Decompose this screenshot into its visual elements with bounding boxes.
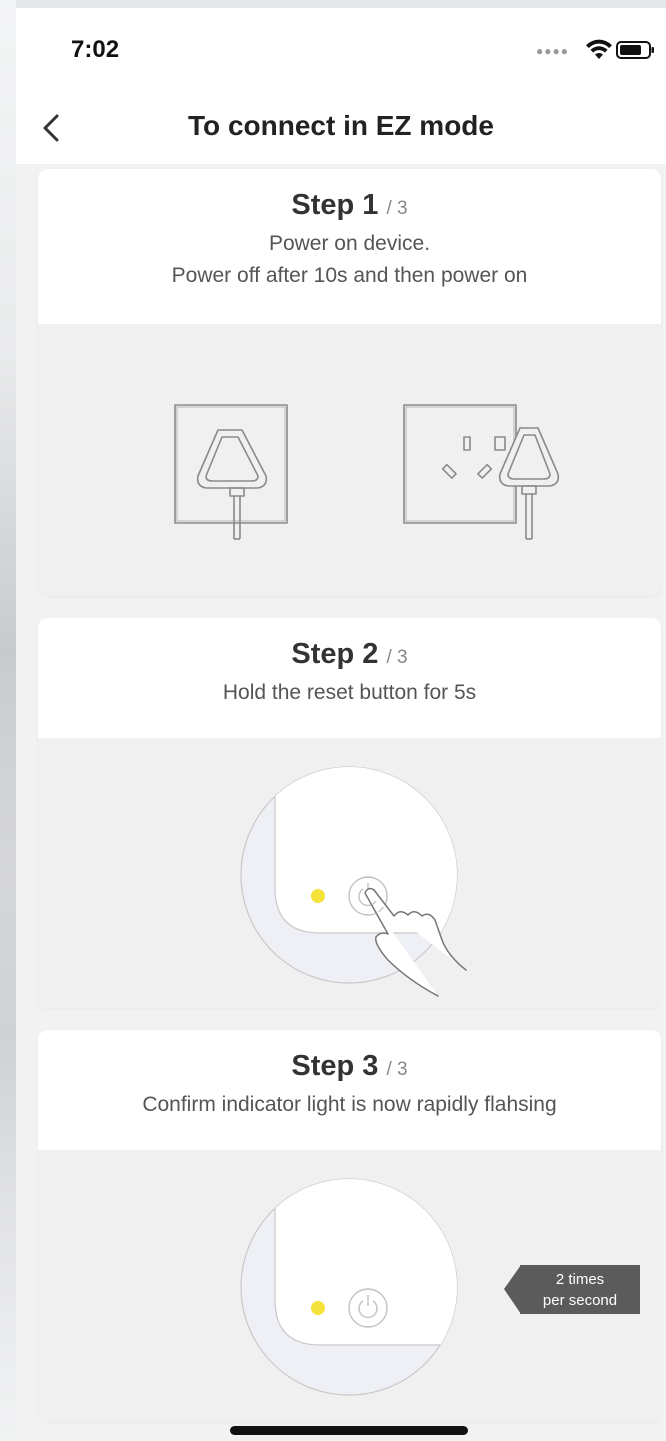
- step-label: Step: [291, 189, 355, 221]
- step-2-description: Hold the reset button for 5s: [222, 681, 477, 704]
- tooltip-arrow: [504, 1265, 521, 1314]
- step-1-card: Step 1 / 3 Power on device. Power off af…: [38, 169, 661, 596]
- step-3-description: Confirm indicator light is now rapidly f…: [142, 1093, 557, 1116]
- step-3-title: Step 3 / 3: [291, 1050, 407, 1082]
- navigation-bar: To connect in EZ mode: [16, 92, 666, 164]
- phone-screen: 7:02 ●●●● To connect in EZ mode Step 1 /…: [16, 8, 666, 1441]
- flash-rate-tooltip: 2 times per second: [520, 1265, 640, 1314]
- status-time: 7:02: [71, 36, 120, 63]
- step-number: 3: [362, 1050, 379, 1082]
- step-number: 1: [362, 189, 379, 221]
- wifi-icon: [586, 39, 612, 59]
- step-2-title: Step 2 / 3: [291, 638, 407, 670]
- indicator-light: [311, 1301, 325, 1315]
- page-title: To connect in EZ mode: [188, 110, 494, 141]
- step-2-card: Step 2 / 3 Hold the reset button for 5s: [38, 618, 661, 1008]
- step-1-description-line: Power off after 10s and then power on: [171, 264, 528, 287]
- battery-icon: [616, 41, 654, 59]
- step-total: / 3: [386, 647, 408, 668]
- step-3-header: Step 3 / 3 Confirm indicator light is no…: [38, 1030, 661, 1150]
- step-3-card: Step 3 / 3 Confirm indicator light is no…: [38, 1030, 661, 1422]
- status-bar: 7:02 ●●●●: [16, 8, 666, 92]
- step-label: Step: [291, 638, 355, 670]
- step-1-title: Step 1 / 3: [291, 189, 407, 221]
- home-indicator: [230, 1426, 468, 1435]
- step-number: 2: [362, 638, 379, 670]
- tooltip-line: per second: [542, 1292, 618, 1309]
- step-1-header: Step 1 / 3 Power on device. Power off af…: [38, 169, 661, 324]
- indicator-light: [311, 889, 325, 903]
- step-label: Step: [291, 1050, 355, 1082]
- step-total: / 3: [386, 1059, 408, 1080]
- signal-dots-icon: ●●●●: [536, 44, 569, 58]
- reset-button-illustration: [240, 766, 467, 997]
- background-strip: [0, 0, 16, 1441]
- tooltip-line: 2 times: [555, 1271, 605, 1288]
- power-plug-illustration: [174, 404, 560, 540]
- step-1-description-line: Power on device.: [268, 232, 431, 255]
- step-2-header: Step 2 / 3 Hold the reset button for 5s: [38, 618, 661, 738]
- step-total: / 3: [386, 198, 408, 219]
